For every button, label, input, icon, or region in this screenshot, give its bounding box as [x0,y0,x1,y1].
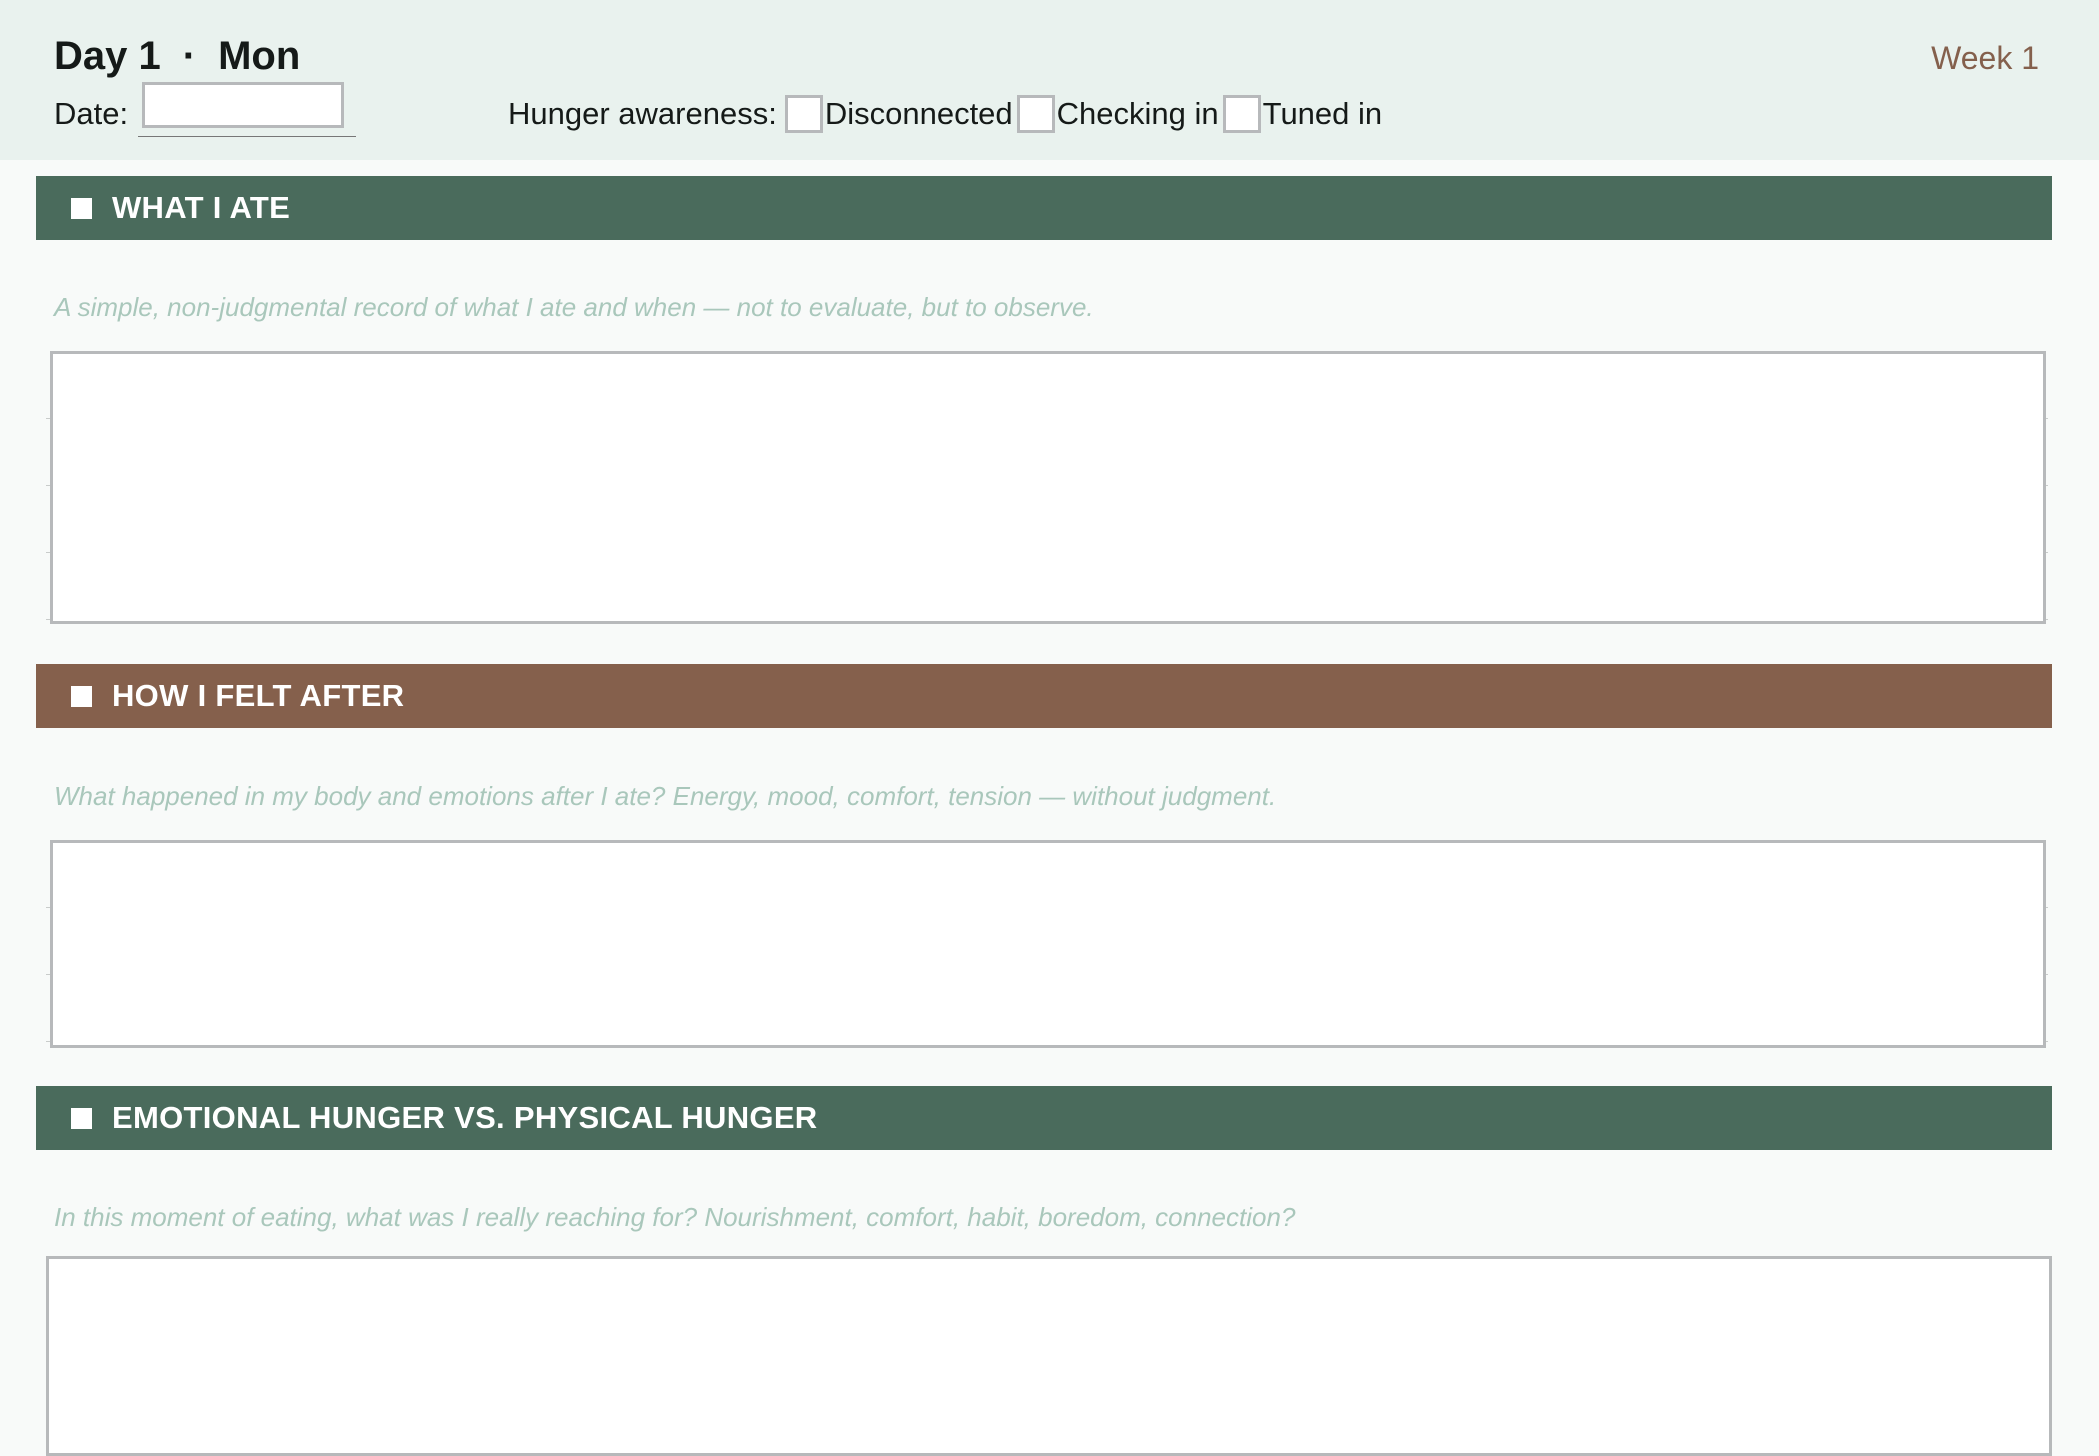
section-prompt-what-i-ate: A simple, non-judgmental record of what … [54,292,1094,322]
section-title: EMOTIONAL HUNGER VS. PHYSICAL HUNGER [112,1100,818,1135]
hunger-awareness-label: Hunger awareness: [508,96,777,131]
how-i-felt-after-textarea[interactable] [50,840,2046,1048]
square-bullet-icon [71,1107,92,1129]
section-header-how-i-felt-after: HOW I FELT AFTER [36,664,2052,728]
page-title: Day 1 · Mon [54,30,300,82]
what-i-ate-textarea[interactable] [50,351,2046,624]
hunger-option-disconnected[interactable]: Disconnected [784,95,1017,133]
hunger-awareness-row: Hunger awareness: Disconnected Checking … [508,92,1386,136]
week-label: Week 1 [1931,40,2039,76]
tuned-in-checkbox[interactable] [1222,95,1261,133]
emotional-vs-physical-hunger-textarea[interactable] [46,1256,2052,1456]
checking-in-checkbox[interactable] [1016,95,1055,133]
date-row: Date: [54,81,357,137]
disconnected-checkbox[interactable] [784,95,823,133]
checking-in-label: Checking in [1056,96,1219,131]
square-bullet-icon [71,197,92,219]
section-title: HOW I FELT AFTER [112,678,405,713]
weekday: Mon [218,34,301,78]
date-field[interactable] [142,81,345,128]
section-prompt-emotional-vs-physical-hunger: In this moment of eating, what was I rea… [54,1202,1296,1232]
square-bullet-icon [71,685,92,707]
section-prompt-how-i-felt-after: What happened in my body and emotions af… [54,781,1277,811]
title-separator: · [182,34,197,78]
date-label: Date: [54,96,129,131]
disconnected-label: Disconnected [824,96,1013,131]
section-title: WHAT I ATE [112,190,291,225]
section-header-what-i-ate: WHAT I ATE [36,176,2052,240]
page-header: Day 1 · Mon Week 1 Date: Hunger awareness:… [0,0,2099,160]
hunger-option-checking-in[interactable]: Checking in [1016,95,1223,133]
day-number: Day 1 [54,34,161,78]
date-underline [138,81,357,137]
tuned-in-label: Tuned in [1262,96,1383,131]
hunger-option-tuned-in[interactable]: Tuned in [1222,95,1387,133]
section-header-emotional-vs-physical-hunger: EMOTIONAL HUNGER VS. PHYSICAL HUNGER [36,1086,2052,1150]
